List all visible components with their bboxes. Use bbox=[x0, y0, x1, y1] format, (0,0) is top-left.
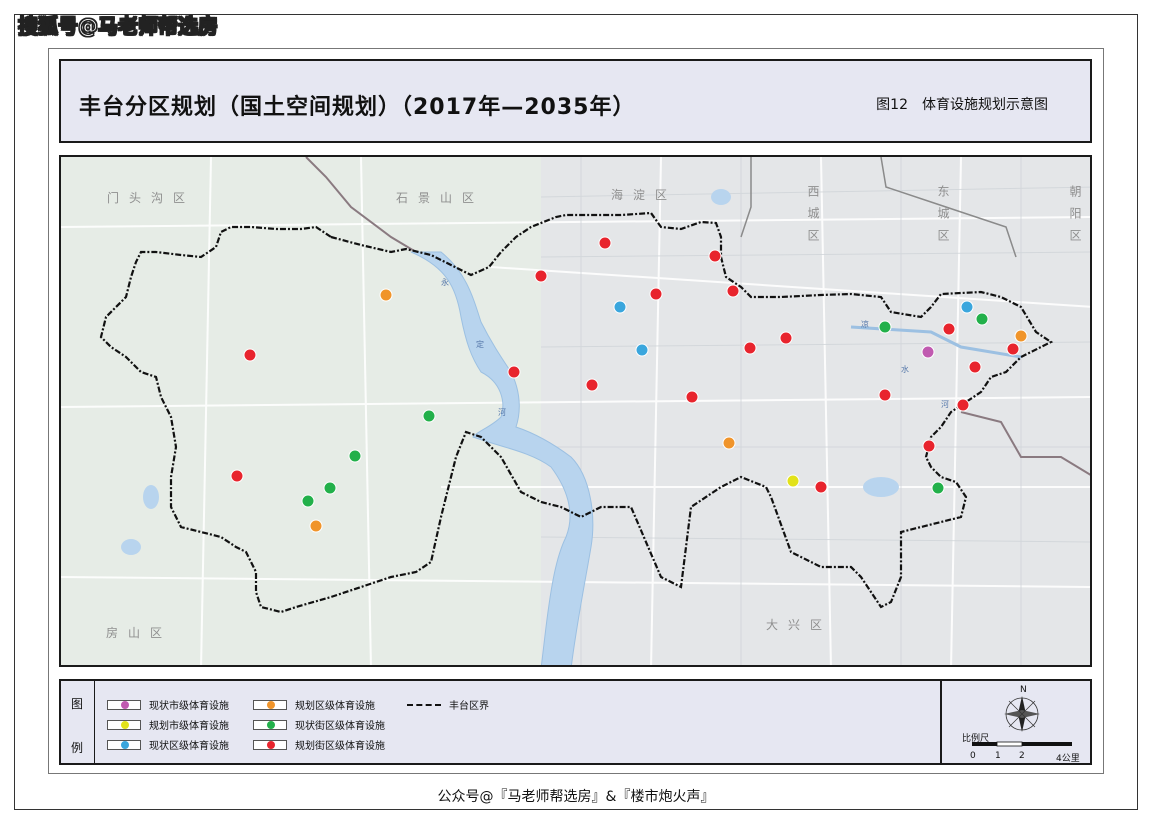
marker-planned-street bbox=[942, 322, 956, 336]
marker-existing-city bbox=[921, 345, 935, 359]
marker-planned-street bbox=[922, 439, 936, 453]
marker-planned-city bbox=[786, 474, 800, 488]
river-label: 永 bbox=[441, 277, 449, 287]
region-label-shijingshan: 石景山区 bbox=[396, 191, 484, 205]
region-label-dongcheng: 东城区 bbox=[936, 185, 950, 251]
footer-credit: 公众号@『马老师帮选房』&『楼市炮火声』 bbox=[437, 789, 715, 805]
marker-planned-street bbox=[649, 287, 663, 301]
title-bar: 丰台分区规划（国土空间规划）（2017年—2035年） 图12 体育设施规划示意… bbox=[59, 59, 1092, 143]
marker-planned-street bbox=[743, 341, 757, 355]
marker-existing-street bbox=[422, 409, 436, 423]
map-canvas: 门头沟区 石景山区 海淀区 西城区 东城区 朝阳区 房山区 大兴区 永 定 河 … bbox=[61, 157, 1090, 665]
marker-planned-street bbox=[507, 365, 521, 379]
marker-planned-street bbox=[598, 236, 612, 250]
marker-planned-street bbox=[1006, 342, 1020, 356]
lake bbox=[121, 539, 141, 555]
scale-tick: 0 bbox=[970, 751, 976, 761]
scale-tick: 2 bbox=[1019, 751, 1025, 761]
marker-existing-street bbox=[975, 312, 989, 326]
legend-label: 现状区级体育设施 bbox=[149, 741, 229, 752]
legend-item-planned-street: 规划街区级体育设施 bbox=[253, 737, 385, 752]
scale-tick: 4公里 bbox=[1056, 754, 1080, 764]
river-label: 定 bbox=[476, 339, 484, 349]
legend-label: 现状市级体育设施 bbox=[149, 701, 229, 712]
legend-item-planned-district: 规划区级体育设施 bbox=[253, 697, 375, 712]
marker-existing-street bbox=[301, 494, 315, 508]
map-area: 门头沟区 石景山区 海淀区 西城区 东城区 朝阳区 房山区 大兴区 永 定 河 … bbox=[59, 155, 1092, 667]
marker-existing-district bbox=[635, 343, 649, 357]
legend-label: 规划街区级体育设施 bbox=[295, 741, 385, 752]
marker-planned-street bbox=[968, 360, 982, 374]
marker-planned-street bbox=[585, 378, 599, 392]
marker-planned-district bbox=[379, 288, 393, 302]
legend-label: 现状街区级体育设施 bbox=[295, 721, 385, 732]
region-label-chaoyang: 朝阳区 bbox=[1068, 185, 1082, 251]
marker-planned-street bbox=[814, 480, 828, 494]
river-label: 河 bbox=[941, 399, 949, 409]
legend-heading-top: 图 bbox=[71, 697, 84, 711]
lake bbox=[711, 189, 731, 205]
legend-item-existing-city: 现状市级体育设施 bbox=[107, 697, 229, 712]
legend-label: 丰台区界 bbox=[449, 701, 489, 712]
region-label-mentougou: 门头沟区 bbox=[107, 190, 195, 205]
legend-item-existing-street: 现状街区级体育设施 bbox=[253, 717, 385, 732]
legend-label: 规划区级体育设施 bbox=[295, 701, 375, 712]
region-label-haidian: 海淀区 bbox=[611, 187, 677, 202]
marker-planned-street bbox=[956, 398, 970, 412]
marker-existing-district bbox=[613, 300, 627, 314]
legend-label: 规划市级体育设施 bbox=[149, 721, 229, 732]
marker-planned-street bbox=[878, 388, 892, 402]
region-label-xicheng: 西城区 bbox=[806, 185, 820, 251]
region-label-fangshan: 房山区 bbox=[106, 625, 172, 640]
marker-planned-street bbox=[243, 348, 257, 362]
map-title: 丰台分区规划（国土空间规划）（2017年—2035年） bbox=[79, 95, 636, 120]
scale-label: 比例尺 bbox=[962, 734, 990, 744]
marker-planned-street bbox=[779, 331, 793, 345]
marker-planned-street bbox=[708, 249, 722, 263]
lake bbox=[143, 485, 159, 509]
marker-existing-street bbox=[323, 481, 337, 495]
marker-existing-street bbox=[931, 481, 945, 495]
marker-planned-street bbox=[534, 269, 548, 283]
river-label: 河 bbox=[498, 407, 506, 417]
legend-item-planned-city: 规划市级体育设施 bbox=[107, 717, 229, 732]
lake bbox=[863, 477, 899, 497]
legend-heading: 图 例 bbox=[61, 681, 95, 763]
figure-caption: 图12 体育设施规划示意图 bbox=[876, 97, 1048, 113]
river-label: 凉 bbox=[861, 319, 869, 329]
watermark: 搜狐号@马老师帮选房 bbox=[18, 14, 219, 39]
marker-existing-street bbox=[878, 320, 892, 334]
legend-item-boundary: 丰台区界 bbox=[407, 697, 489, 712]
region-label-daxing: 大兴区 bbox=[766, 618, 832, 632]
marker-planned-street bbox=[230, 469, 244, 483]
marker-planned-district bbox=[1014, 329, 1028, 343]
legend-heading-bottom: 例 bbox=[71, 741, 84, 755]
river-label: 水 bbox=[901, 364, 909, 374]
marker-planned-street bbox=[726, 284, 740, 298]
boundary-line-sample bbox=[407, 703, 441, 706]
marker-existing-district bbox=[960, 300, 974, 314]
legend: 图 例 现状市级体育设施 规划市级体育设施 现状区级体育设施 规划区级体育设施 … bbox=[59, 679, 1092, 765]
marker-planned-district bbox=[722, 436, 736, 450]
scale-tick: 1 bbox=[995, 751, 1001, 761]
marker-existing-street bbox=[348, 449, 362, 463]
marker-planned-district bbox=[309, 519, 323, 533]
legend-item-existing-district: 现状区级体育设施 bbox=[107, 737, 229, 752]
compass-scale-panel: N 比例尺 0 1 2 4公里 bbox=[940, 681, 1090, 764]
marker-planned-street bbox=[685, 390, 699, 404]
